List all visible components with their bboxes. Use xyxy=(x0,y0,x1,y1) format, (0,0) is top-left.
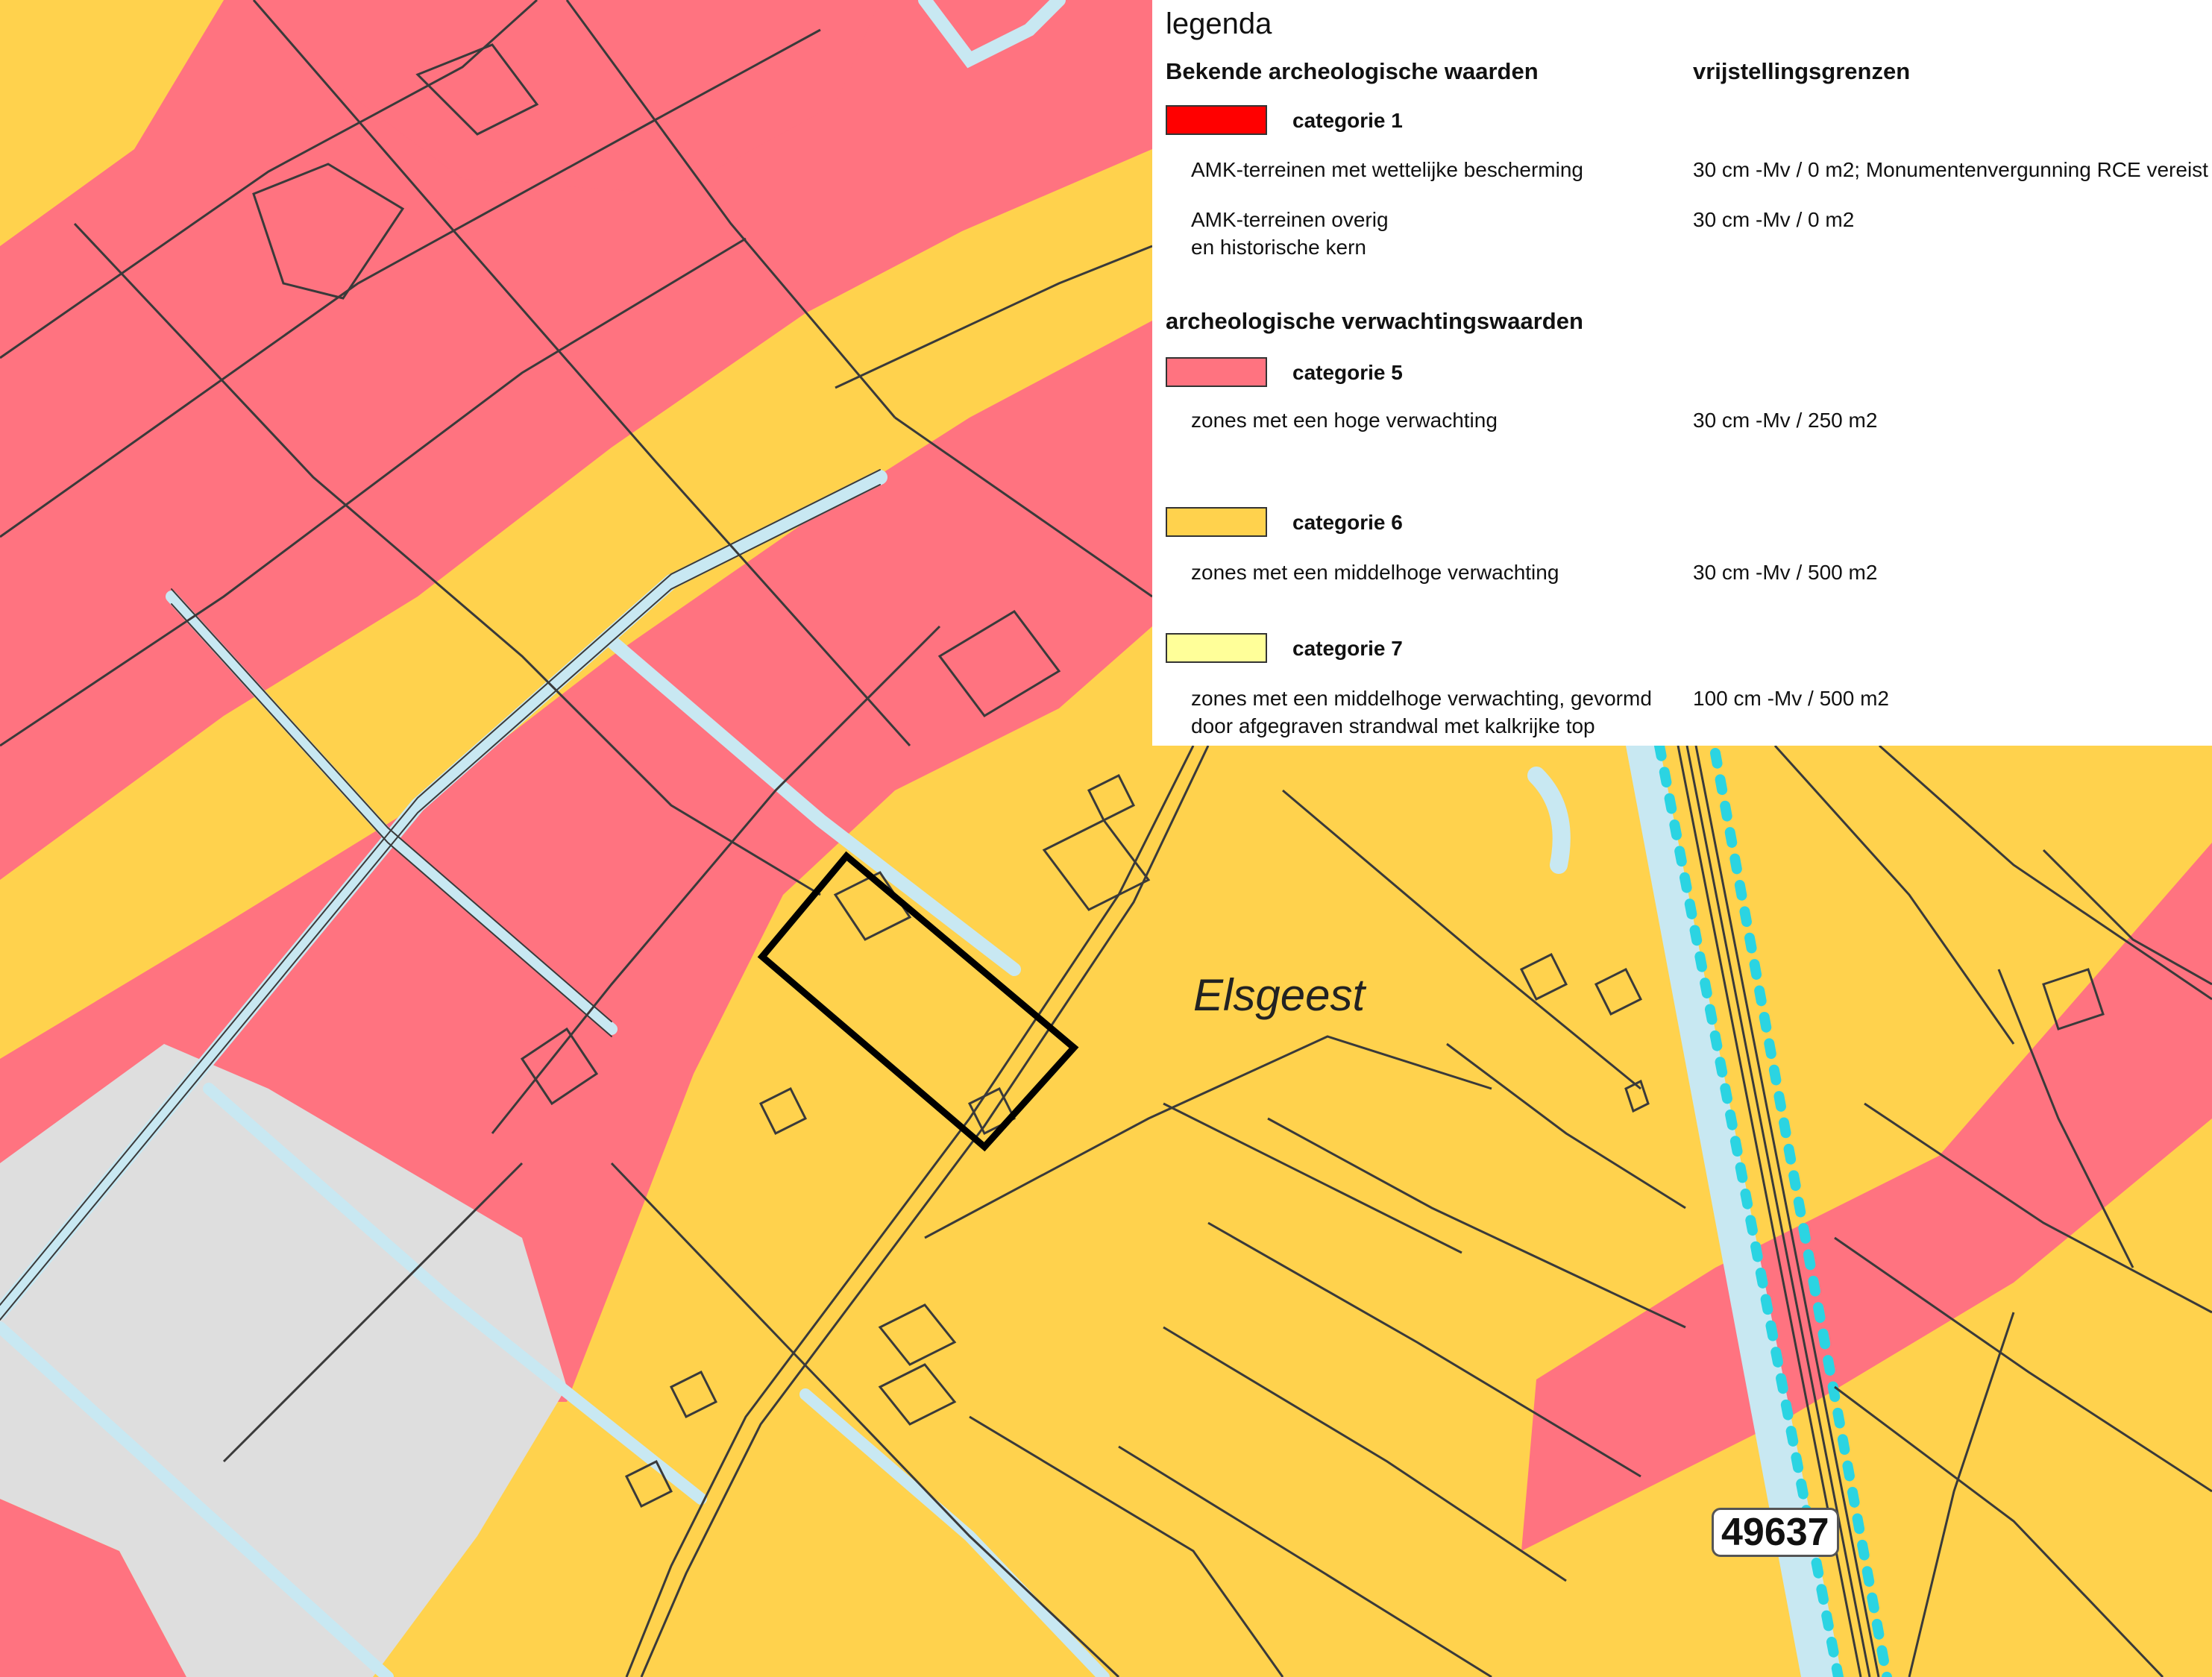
legend-label-category-5: categorie 5 xyxy=(1292,361,1403,384)
legend-panel: legenda Bekende archeologische waarden v… xyxy=(1152,0,2212,746)
road-number-label: 49637 xyxy=(1712,1508,1839,1557)
legend-desc-category-7-line1: zones met een middelhoge verwachting, ge… xyxy=(1191,687,1652,710)
swatch-category-1 xyxy=(1166,105,1267,135)
legend-label-category-7: categorie 7 xyxy=(1292,637,1403,660)
legend-desc-amk-other-line2: en historische kern xyxy=(1191,236,1367,259)
legend-desc-amk-protected: AMK-terreinen met wettelijke bescherming xyxy=(1191,158,1583,181)
swatch-category-6 xyxy=(1166,507,1267,537)
legend-heading-known-values: Bekende archeologische waarden xyxy=(1166,58,1539,84)
legend-desc-category-6: zones met een middelhoge verwachting xyxy=(1191,561,1559,584)
legend-limit-amk-protected: 30 cm -Mv / 0 m2; Monumentenvergunning R… xyxy=(1693,158,2208,181)
legend-desc-amk-other-line1: AMK-terreinen overig xyxy=(1191,208,1389,231)
legend-title: legenda xyxy=(1166,7,1272,40)
legend-label-category-1: categorie 1 xyxy=(1292,109,1403,132)
place-label: Elsgeest xyxy=(1193,970,1366,1020)
legend-limit-category-6: 30 cm -Mv / 500 m2 xyxy=(1693,561,1878,584)
swatch-category-7 xyxy=(1166,633,1267,663)
legend-limit-category-7: 100 cm -Mv / 500 m2 xyxy=(1693,687,1889,710)
legend-desc-category-5: zones met een hoge verwachting xyxy=(1191,409,1498,432)
legend-heading-expectation-values: archeologische verwachtingswaarden xyxy=(1166,308,1583,334)
legend-label-category-6: categorie 6 xyxy=(1292,511,1403,534)
legend-desc-category-7-line2: door afgegraven strandwal met kalkrijke … xyxy=(1191,714,1595,737)
legend-limit-amk-other: 30 cm -Mv / 0 m2 xyxy=(1693,208,1855,231)
legend-heading-exemption-limits: vrijstellingsgrenzen xyxy=(1693,58,1911,84)
legend-limit-category-5: 30 cm -Mv / 250 m2 xyxy=(1693,409,1878,432)
swatch-category-5 xyxy=(1166,357,1267,387)
